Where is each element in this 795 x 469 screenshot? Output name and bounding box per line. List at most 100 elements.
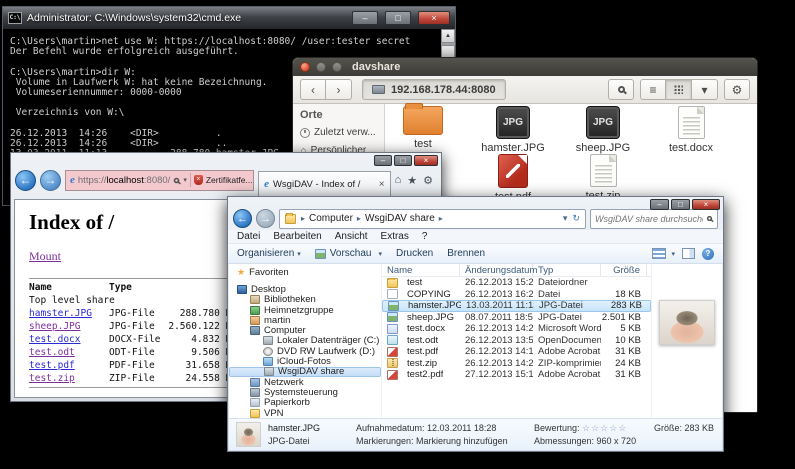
- preview-pane-toggle[interactable]: [682, 248, 695, 259]
- certificate-error-icon[interactable]: ×: [194, 175, 203, 185]
- tree-item-computer[interactable]: Computer: [229, 325, 381, 335]
- address-bar[interactable]: e https://localhost:8080/ ▾ × Zertifikat…: [65, 170, 254, 191]
- tab-close-icon[interactable]: ×: [379, 179, 385, 190]
- settings-button[interactable]: ⚙: [724, 79, 750, 100]
- file-row-test-zip[interactable]: test.zip 26.12.2013 14:22ZIP-komprimiert…: [382, 358, 651, 370]
- file-item-test-docx[interactable]: test.docx: [647, 106, 735, 154]
- file-item-sheep-jpg[interactable]: JPG sheep.JPG: [559, 106, 647, 154]
- ie-close-button[interactable]: ×: [414, 155, 438, 166]
- help-icon[interactable]: ?: [702, 248, 714, 260]
- file-row-test-pdf[interactable]: test.pdf 26.12.2013 14:19Adobe Acrobat D…: [382, 346, 651, 358]
- tree-item-icloud-fotos[interactable]: iCloud-Fotos: [229, 356, 381, 366]
- scroll-up-icon[interactable]: ▲: [441, 29, 455, 43]
- change-view-button[interactable]: ▾: [652, 248, 675, 259]
- tree-item-local-disk-c[interactable]: Lokaler Datenträger (C:): [229, 336, 381, 346]
- tree-item-heimnetzgruppe[interactable]: Heimnetzgruppe: [229, 305, 381, 315]
- menu-datei[interactable]: Datei: [237, 231, 260, 242]
- menu-bearbeiten[interactable]: Bearbeiten: [273, 231, 321, 242]
- tree-item-papierkorb[interactable]: Papierkorb: [229, 398, 381, 408]
- file-link[interactable]: test.pdf: [29, 360, 75, 371]
- tree-item-systemsteuerung[interactable]: Systemsteuerung: [229, 387, 381, 397]
- preview-button[interactable]: Vorschau▾: [315, 248, 382, 259]
- cmd-titlebar[interactable]: C:\ Administrator: C:\Windows\system32\c…: [3, 7, 455, 29]
- browser-forward-button[interactable]: →: [40, 170, 61, 191]
- breadcrumb-wsgidav-share[interactable]: WsgiDAV share: [365, 213, 435, 224]
- refresh-icon[interactable]: ↻: [572, 213, 580, 224]
- ie-maximize-button[interactable]: □: [394, 155, 412, 166]
- search-box[interactable]: [590, 209, 718, 229]
- file-row-test2-pdf[interactable]: test2.pdf 27.12.2013 15:10Adobe Acrobat …: [382, 369, 651, 381]
- ie-minimize-button[interactable]: –: [374, 155, 392, 166]
- search-input[interactable]: [595, 214, 703, 224]
- file-row-test[interactable]: test 26.12.2013 15:21Dateiordner: [382, 277, 651, 289]
- sidebar-item-recent[interactable]: Zuletzt verw...: [300, 127, 384, 138]
- breadcrumb[interactable]: ▸ Computer ▸ WsgiDAV share ▸ ▾ ↻: [279, 209, 586, 229]
- explorer-close-button[interactable]: ×: [692, 199, 720, 210]
- tree-item-favoriten[interactable]: ★Favoriten: [229, 267, 381, 277]
- tree-item-wsgidav-share[interactable]: WsgiDAV share: [229, 367, 381, 377]
- column-header-type[interactable]: Typ: [533, 264, 601, 276]
- explorer-titlebar[interactable]: – □ ×: [228, 197, 723, 207]
- davshare-titlebar[interactable]: davshare: [293, 58, 757, 76]
- breadcrumb-computer[interactable]: Computer: [309, 213, 353, 224]
- explorer-maximize-button[interactable]: □: [671, 199, 690, 210]
- search-icon[interactable]: [174, 177, 180, 183]
- column-header-date[interactable]: Änderungsdatum: [460, 264, 533, 276]
- file-link[interactable]: test.zip: [29, 373, 75, 384]
- tree-item-bibliotheken[interactable]: Bibliotheken: [229, 295, 381, 305]
- column-header-name[interactable]: Name: [382, 264, 460, 276]
- file-item-test-zip[interactable]: test.zip: [559, 154, 647, 202]
- davshare-minimize-button[interactable]: [316, 62, 326, 72]
- organize-button[interactable]: Organisieren▾: [237, 248, 301, 259]
- davshare-close-button[interactable]: [300, 62, 310, 72]
- file-link[interactable]: sheep.JPG: [29, 321, 80, 332]
- file-row-test-odt[interactable]: test.odt 26.12.2013 13:55OpenDocument T.…: [382, 335, 651, 347]
- file-row-copying[interactable]: COPYING 26.12.2013 16:22Datei18 KB: [382, 289, 651, 301]
- list-view-button[interactable]: ≡: [640, 79, 666, 100]
- column-header-size[interactable]: Größe: [601, 264, 647, 276]
- tree-item-dvd-drive-d[interactable]: DVD RW Laufwerk (D:): [229, 346, 381, 356]
- nav-back-button[interactable]: ←: [233, 209, 252, 228]
- nav-back-button[interactable]: ‹: [300, 79, 326, 100]
- search-dropdown-icon[interactable]: ▾: [183, 176, 187, 184]
- location-breadcrumb-button[interactable]: 192.168.178.44:8080: [362, 79, 506, 100]
- file-link[interactable]: hamster.JPG: [29, 308, 92, 319]
- nav-forward-button[interactable]: →: [256, 209, 275, 228]
- file-link[interactable]: test.docx: [29, 334, 80, 345]
- tree-item-martin[interactable]: martin: [229, 315, 381, 325]
- cmd-maximize-button[interactable]: □: [385, 11, 411, 25]
- file-row-sheep-jpg[interactable]: sheep.JPG 08.07.2011 18:52JPG-Datei2.501…: [382, 312, 651, 324]
- browser-back-button[interactable]: ←: [15, 170, 36, 191]
- ie-titlebar[interactable]: – □ ×: [11, 153, 441, 165]
- tree-item-desktop[interactable]: Desktop: [229, 284, 381, 294]
- file-link[interactable]: test.odt: [29, 347, 75, 358]
- nav-forward-button[interactable]: ›: [326, 79, 352, 100]
- burn-button[interactable]: Brennen: [447, 248, 485, 259]
- address-dropdown-icon[interactable]: ▾: [563, 213, 568, 224]
- cmd-close-button[interactable]: ×: [418, 11, 450, 25]
- menu-ansicht[interactable]: Ansicht: [335, 231, 368, 242]
- tools-gear-icon[interactable]: ⚙: [423, 174, 433, 187]
- file-item-hamster-jpg[interactable]: JPG hamster.JPG: [469, 106, 557, 154]
- grid-view-button[interactable]: [666, 79, 692, 100]
- print-button[interactable]: Drucken: [396, 248, 433, 259]
- certificate-error-text[interactable]: Zertifikatfe...: [206, 175, 253, 185]
- search-button[interactable]: [608, 79, 634, 100]
- davshare-maximize-button[interactable]: [332, 62, 342, 72]
- view-options-button[interactable]: ▾: [692, 79, 718, 100]
- tree-item-vpn[interactable]: VPN: [229, 408, 381, 418]
- menu-extras[interactable]: Extras: [381, 231, 409, 242]
- tree-item-netzwerk[interactable]: Netzwerk: [229, 377, 381, 387]
- status-tags[interactable]: Markierungen: Markierung hinzufügen: [356, 436, 534, 446]
- file-row-hamster-jpg-selected[interactable]: hamster.JPG 13.03.2011 11:13JPG-Datei283…: [382, 300, 651, 312]
- favorites-star-icon[interactable]: ★: [407, 174, 417, 187]
- mount-link[interactable]: Mount: [29, 249, 61, 264]
- home-icon[interactable]: ⌂: [395, 174, 402, 187]
- explorer-minimize-button[interactable]: –: [650, 199, 669, 210]
- menu-help[interactable]: ?: [422, 231, 428, 242]
- browser-tab[interactable]: e WsgiDAV - Index of / ×: [258, 171, 391, 196]
- search-icon[interactable]: [707, 216, 712, 221]
- rating-stars-icon[interactable]: ☆☆☆☆☆: [582, 423, 627, 433]
- file-row-test-docx[interactable]: test.docx 26.12.2013 14:26Microsoft Word…: [382, 323, 651, 335]
- cmd-minimize-button[interactable]: –: [352, 11, 378, 25]
